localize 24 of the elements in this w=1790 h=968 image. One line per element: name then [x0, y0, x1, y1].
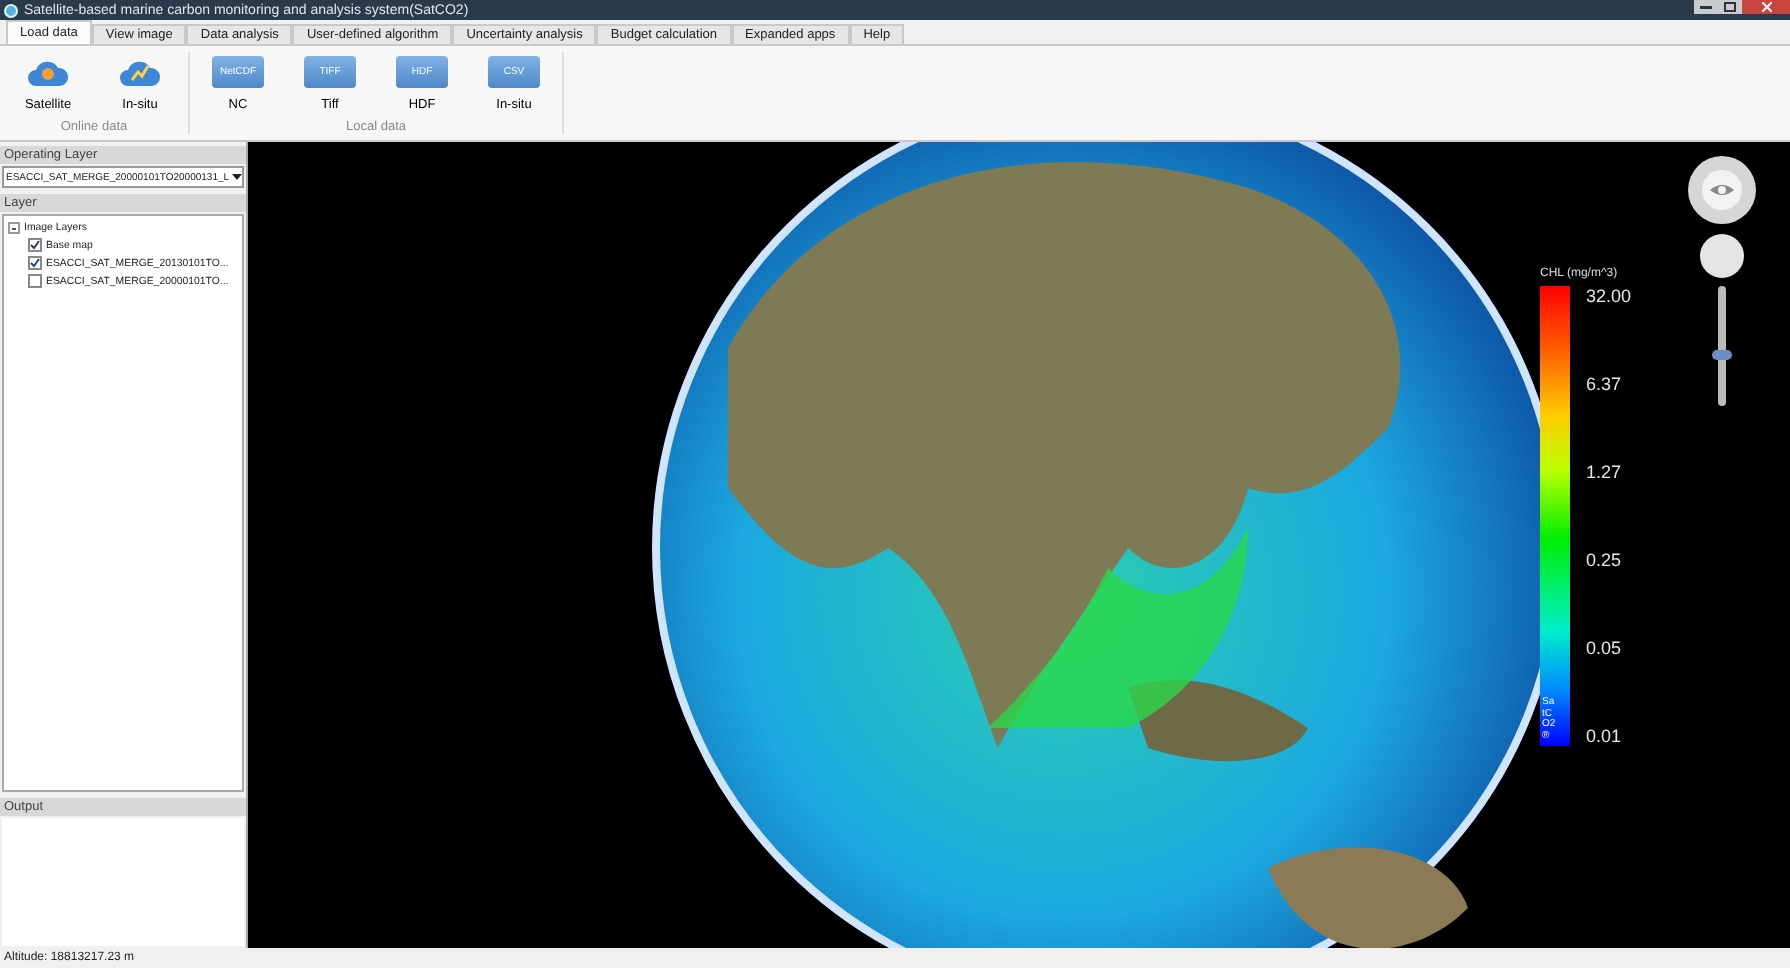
checkbox[interactable]	[28, 274, 42, 288]
zoom-button[interactable]	[1700, 234, 1744, 278]
scale-label: 0.05	[1586, 638, 1624, 658]
minimize-button[interactable]	[1694, 0, 1718, 14]
scale-label: 6.37	[1586, 374, 1624, 394]
collapse-icon[interactable]	[8, 221, 20, 233]
close-icon	[1761, 2, 1771, 12]
compass-icon[interactable]	[1686, 154, 1758, 226]
app-icon	[4, 3, 18, 17]
minimize-icon	[1700, 5, 1712, 9]
scale-label: 0.25	[1586, 550, 1624, 570]
close-button[interactable]	[1742, 0, 1790, 14]
cloud-icon	[26, 56, 70, 88]
zoom-slider[interactable]	[1718, 286, 1726, 406]
checkbox[interactable]	[28, 238, 42, 252]
maximize-button[interactable]	[1718, 0, 1742, 14]
scale-label: 32.00	[1586, 286, 1632, 306]
cloud-icon	[118, 56, 162, 88]
scale-label: 1.27	[1586, 462, 1624, 482]
slider-thumb[interactable]	[1712, 349, 1732, 360]
checkbox[interactable]	[28, 256, 42, 270]
maximize-icon	[1724, 2, 1736, 12]
dropdown-arrow-icon	[229, 172, 242, 182]
scale-label: 0.01	[1586, 726, 1624, 746]
